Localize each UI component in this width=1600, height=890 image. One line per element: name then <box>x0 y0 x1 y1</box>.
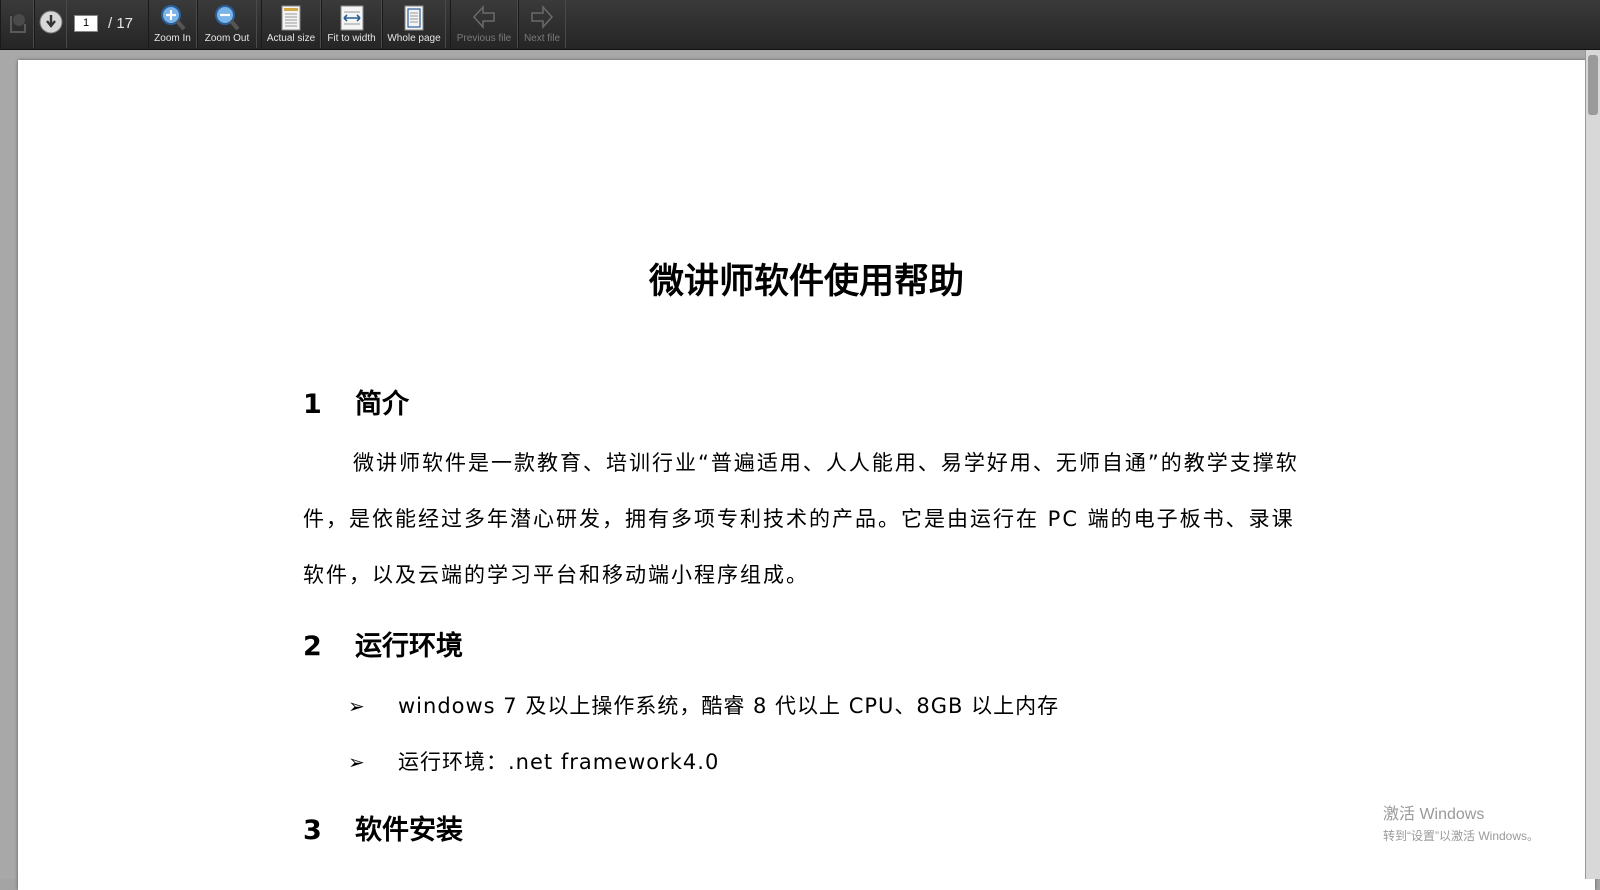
section-title: 运行环境 <box>355 631 463 662</box>
section-number: 3 <box>303 815 322 846</box>
section-paragraph: 微讲师软件是一款教育、培训行业“普遍适用、人人能用、易学好用、无师自通”的教学支… <box>303 451 1299 587</box>
fit-to-width-label: Fit to width <box>327 33 376 44</box>
arrow-left-icon <box>472 5 495 29</box>
next-file-label: Next file <box>523 33 561 44</box>
download-button[interactable] <box>34 0 67 48</box>
toolbar: 1 / 17 Zoom In Zoom Out Actual size Fit … <box>0 0 1600 50</box>
fit-width-icon <box>340 5 363 31</box>
actual-size-button[interactable]: Actual size <box>261 0 321 48</box>
zoom-out-button[interactable]: Zoom Out <box>197 0 257 48</box>
section-heading: 3 软件安装 <box>303 808 463 847</box>
actual-size-label: Actual size <box>266 33 316 44</box>
open-file-button[interactable] <box>0 0 34 48</box>
watermark-title: 激活 Windows <box>1383 806 1485 823</box>
watermark-subtitle: 转到“设置”以激活 Windows。 <box>1383 829 1540 843</box>
whole-page-label: Whole page <box>387 33 441 44</box>
save-icon <box>10 14 26 33</box>
section-number: 1 <box>303 389 322 420</box>
zoom-in-button[interactable]: Zoom In <box>148 0 197 48</box>
scrollbar-thumb[interactable] <box>1588 55 1598 115</box>
bullet-arrow-icon: ➢ <box>348 694 366 718</box>
download-icon <box>39 10 62 34</box>
document-viewer[interactable]: 微讲师软件使用帮助 1 简介 微讲师软件是一款教育、培训行业“普遍适用、人人能用、… <box>0 50 1600 890</box>
page-total-label: / 17 <box>108 15 134 32</box>
windows-activation-watermark: 激活 Windows 转到“设置”以激活 Windows。 <box>1383 800 1539 844</box>
fit-to-width-button[interactable]: Fit to width <box>321 0 382 48</box>
whole-page-icon <box>404 5 424 31</box>
list-item: ➢ 运行环境：.net framework4.0 <box>348 746 719 776</box>
next-file-button[interactable]: Next file <box>518 0 566 48</box>
arrow-right-icon <box>531 5 554 29</box>
actual-size-icon <box>281 5 301 31</box>
section-number: 2 <box>303 631 322 662</box>
zoom-in-label: Zoom In <box>154 33 191 44</box>
list-item-text: windows 7 及以上操作系统，酷睿 8 代以上 CPU、8GB 以上内存 <box>398 694 1060 718</box>
list-item: ➢ windows 7 及以上操作系统，酷睿 8 代以上 CPU、8GB 以上内存 <box>348 690 1059 720</box>
section-heading: 1 简介 <box>303 382 409 421</box>
whole-page-button[interactable]: Whole page <box>382 0 446 48</box>
bullet-arrow-icon: ➢ <box>348 750 366 774</box>
document-page: 微讲师软件使用帮助 1 简介 微讲师软件是一款教育、培训行业“普遍适用、人人能用、… <box>18 60 1595 890</box>
zoom-out-label: Zoom Out <box>204 33 250 44</box>
section-title: 简介 <box>355 389 409 420</box>
page-number-input[interactable]: 1 <box>74 15 98 32</box>
section-heading: 2 运行环境 <box>303 624 463 663</box>
zoom-out-icon <box>215 5 240 31</box>
list-item-text: 运行环境：.net framework4.0 <box>398 750 720 774</box>
section-title: 软件安装 <box>355 815 463 846</box>
document-title: 微讲师软件使用帮助 <box>648 262 964 302</box>
vertical-scrollbar[interactable] <box>1585 50 1600 879</box>
previous-file-button[interactable]: Previous file <box>450 0 518 48</box>
previous-file-label: Previous file <box>456 33 512 44</box>
zoom-in-icon <box>160 5 186 31</box>
